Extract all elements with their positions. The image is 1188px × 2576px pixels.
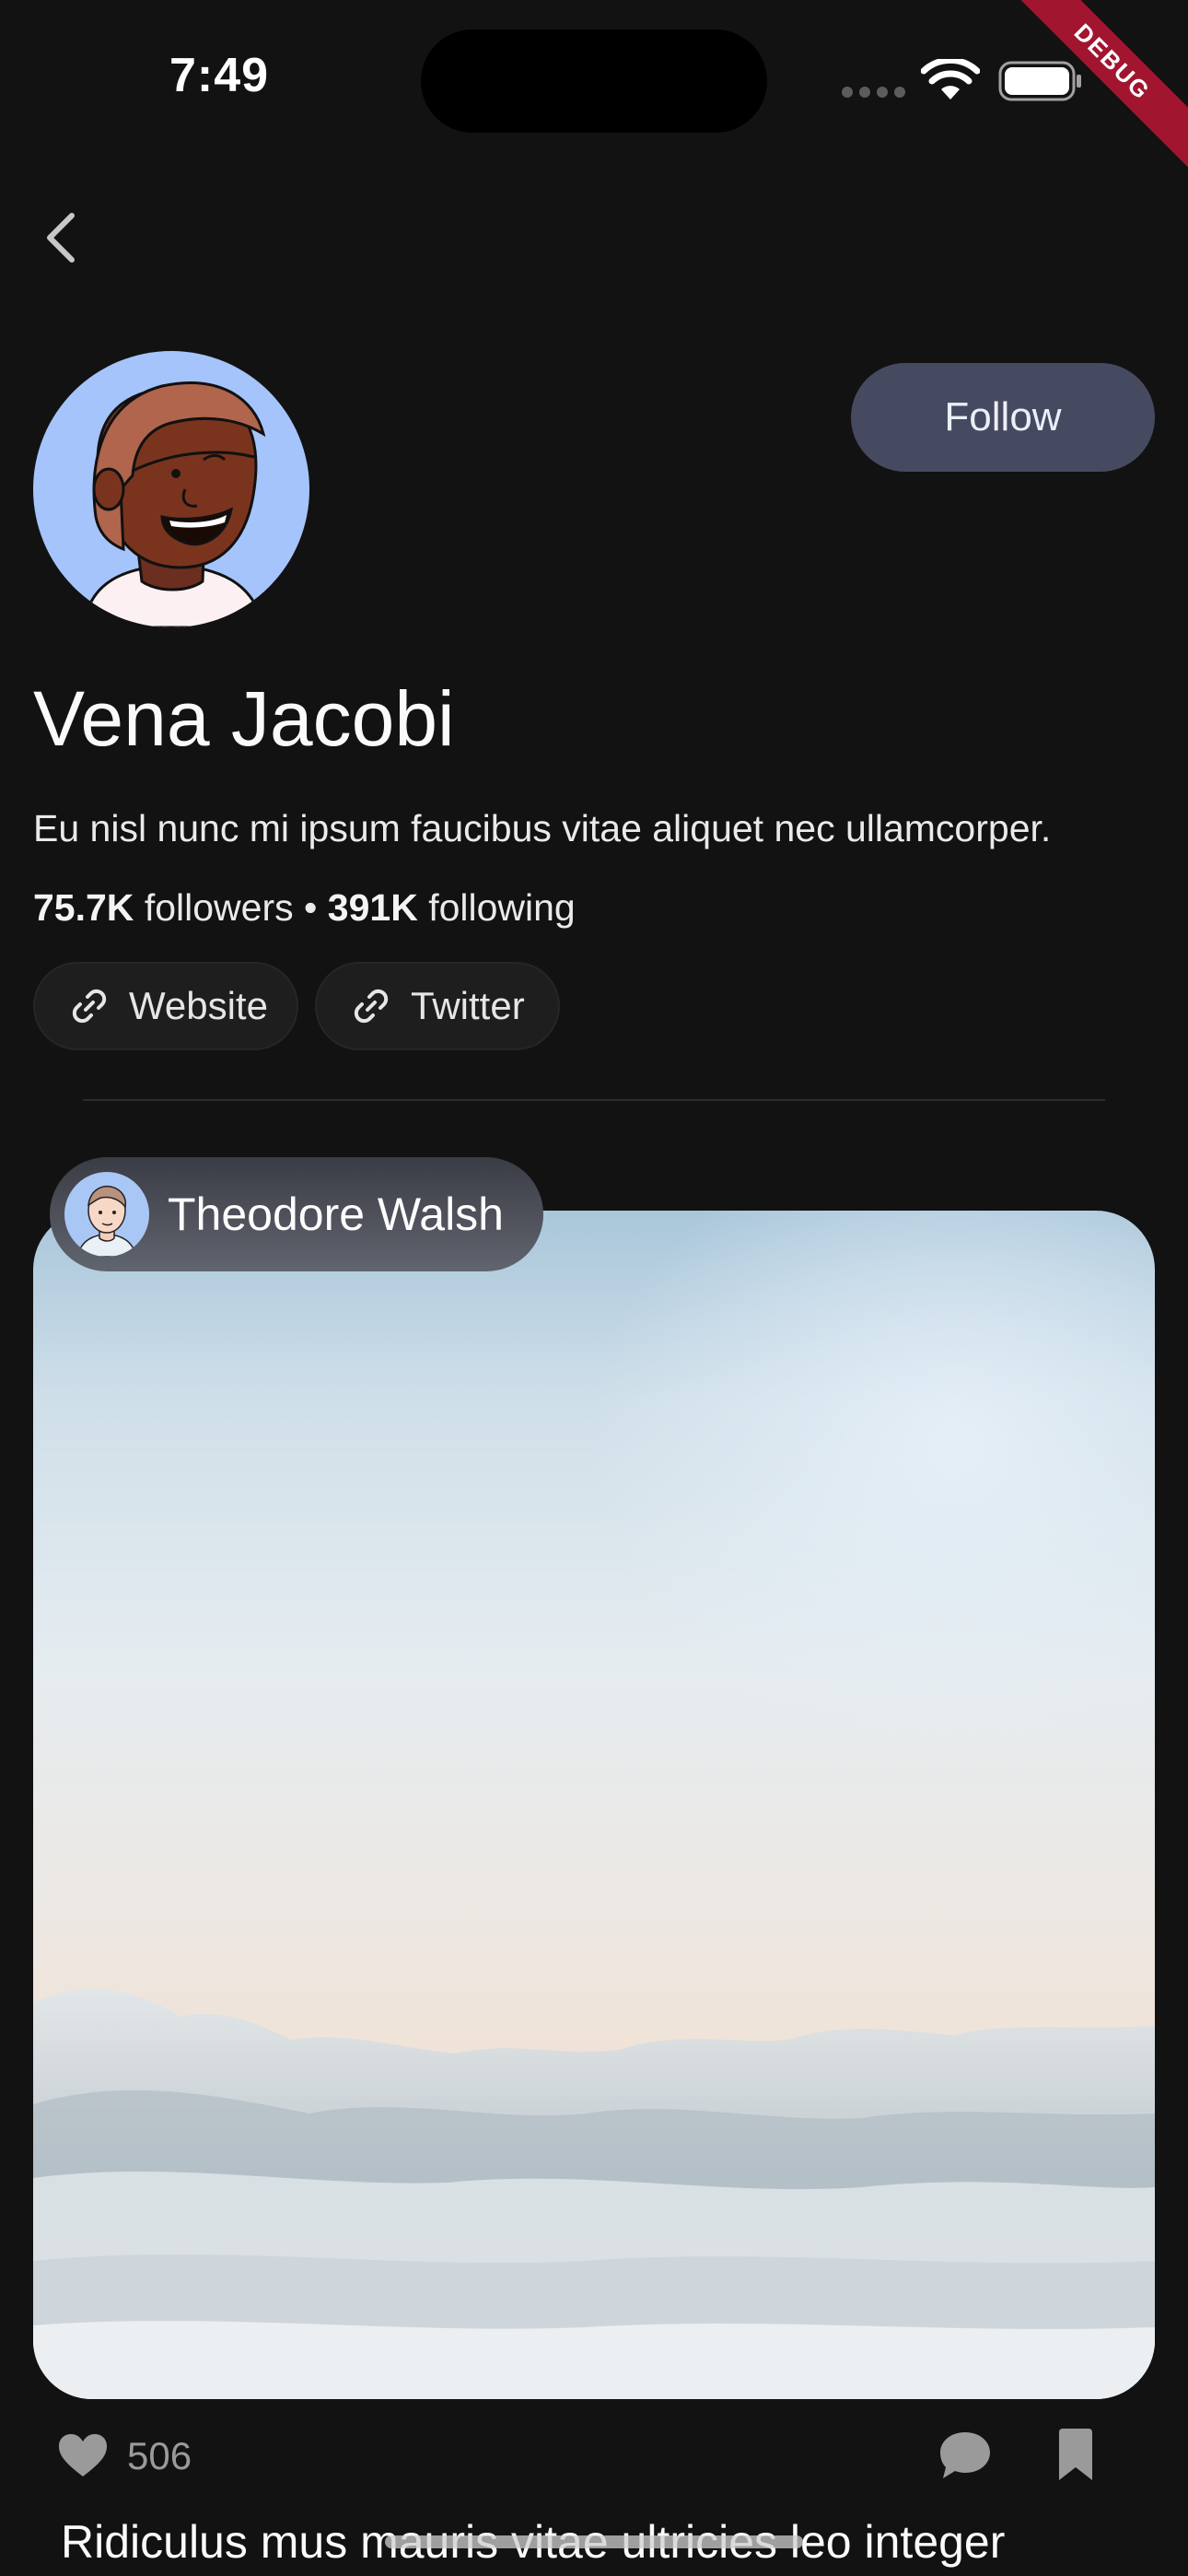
post-author-name: Theodore Walsh: [168, 1188, 504, 1240]
heart-icon[interactable]: [57, 2432, 109, 2478]
link-icon: [354, 989, 389, 1024]
comment-icon[interactable]: [938, 2429, 993, 2482]
home-indicator[interactable]: [385, 2535, 803, 2548]
profile-bio: Eu nisl nunc mi ipsum faucibus vitae ali…: [33, 807, 1052, 849]
profile-screen: 7:49 DEBUG Follow Vena Jacobi Eu nisl nu…: [0, 0, 1188, 2576]
twitter-link-chip[interactable]: Twitter: [315, 962, 560, 1050]
website-link-label: Website: [129, 984, 268, 1027]
like-count: 506: [127, 2434, 192, 2477]
battery-icon: [998, 61, 1081, 101]
following-count[interactable]: 391K: [328, 886, 418, 929]
link-icon: [72, 989, 107, 1024]
author-avatar: [64, 1172, 149, 1257]
follow-button[interactable]: Follow: [851, 363, 1155, 472]
following-label[interactable]: following: [428, 886, 576, 929]
back-arrow-icon[interactable]: [33, 208, 92, 267]
post-image[interactable]: [33, 1211, 1155, 2399]
divider: [83, 1099, 1105, 1101]
followers-count[interactable]: 75.7K: [33, 886, 134, 929]
profile-avatar: [33, 351, 309, 627]
website-link-chip[interactable]: Website: [33, 962, 298, 1050]
profile-stats: 75.7K followers • 391K following: [33, 886, 576, 930]
post-author-chip[interactable]: Theodore Walsh: [50, 1157, 543, 1271]
twitter-link-label: Twitter: [411, 984, 525, 1027]
dynamic-island: [421, 29, 767, 133]
profile-name: Vena Jacobi: [33, 675, 455, 762]
followers-label[interactable]: followers: [145, 886, 294, 929]
bookmark-icon[interactable]: [1055, 2427, 1096, 2482]
status-time: 7:49: [169, 49, 270, 102]
cellular-signal-icon: [842, 87, 905, 98]
wifi-icon: [921, 59, 980, 100]
stats-separator: •: [304, 886, 318, 929]
